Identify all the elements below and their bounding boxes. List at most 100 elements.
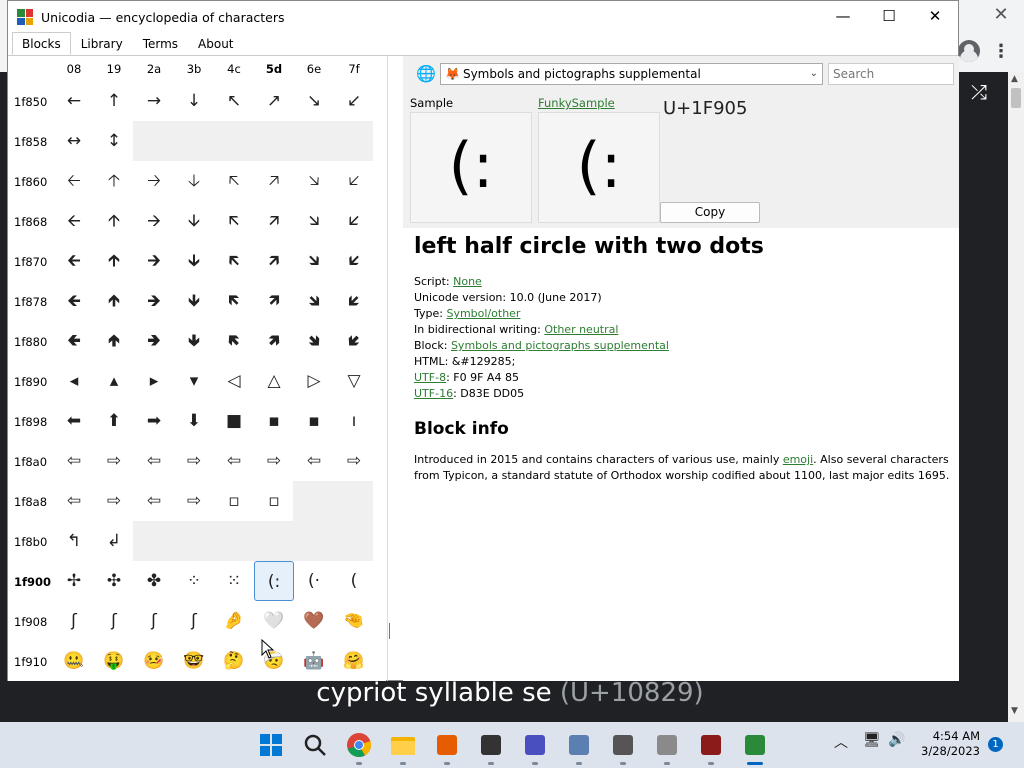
character-cell[interactable]: ⁘ bbox=[174, 561, 214, 601]
character-cell[interactable]: 🡼 bbox=[214, 281, 254, 321]
character-cell[interactable]: ʃ bbox=[174, 601, 214, 641]
search-tool-icon[interactable] bbox=[432, 730, 462, 760]
script-link[interactable]: None bbox=[453, 275, 482, 288]
character-cell[interactable]: 🡾 bbox=[294, 281, 334, 321]
character-cell[interactable]: 🡷 bbox=[334, 241, 374, 281]
character-cell[interactable]: 🡨 bbox=[54, 201, 94, 241]
character-cell[interactable]: 🢃 bbox=[174, 321, 214, 361]
character-cell[interactable]: 🡡 bbox=[94, 161, 134, 201]
character-cell[interactable]: → bbox=[134, 81, 174, 121]
character-cell[interactable]: ▫ bbox=[254, 481, 294, 521]
character-cell[interactable]: ▷ bbox=[294, 361, 334, 401]
notification-badge[interactable]: 1 bbox=[988, 737, 1003, 752]
type-link[interactable]: Symbol/other bbox=[446, 307, 520, 320]
character-cell[interactable]: 🤑 bbox=[94, 641, 134, 681]
character-cell[interactable]: ⇦ bbox=[134, 481, 174, 521]
character-cell[interactable]: 🡤 bbox=[214, 161, 254, 201]
character-cell[interactable]: ⇨ bbox=[174, 481, 214, 521]
character-cell[interactable]: 🡪 bbox=[134, 201, 174, 241]
character-cell[interactable]: ↰ bbox=[54, 521, 94, 561]
character-cell[interactable]: 🡴 bbox=[214, 241, 254, 281]
character-cell[interactable]: 🢇 bbox=[334, 321, 374, 361]
volume-icon[interactable]: 🔊 bbox=[888, 732, 905, 748]
search-input[interactable] bbox=[828, 63, 954, 85]
character-cell[interactable]: ʃ bbox=[94, 601, 134, 641]
bidi-link[interactable]: Other neutral bbox=[544, 323, 618, 336]
character-cell[interactable]: 🢂 bbox=[134, 321, 174, 361]
character-cell[interactable]: 🡿 bbox=[334, 281, 374, 321]
utf16-link[interactable]: UTF-16 bbox=[414, 387, 453, 400]
tab-library[interactable]: Library bbox=[71, 32, 133, 55]
character-cell[interactable]: ⁙ bbox=[214, 561, 254, 601]
character-cell[interactable]: 🢆 bbox=[294, 321, 334, 361]
pane-divider[interactable] bbox=[387, 56, 388, 681]
funky-sample-link[interactable]: FunkySample bbox=[538, 96, 615, 110]
character-cell[interactable]: 🡬 bbox=[214, 201, 254, 241]
character-cell[interactable]: 🡫 bbox=[174, 201, 214, 241]
start-icon[interactable] bbox=[256, 730, 286, 760]
file-explorer-icon[interactable] bbox=[388, 730, 418, 760]
character-cell[interactable]: ⇨ bbox=[94, 441, 134, 481]
character-cell[interactable]: ▪ bbox=[254, 401, 294, 441]
character-cell[interactable]: ➡ bbox=[134, 401, 174, 441]
clipboard-icon[interactable] bbox=[652, 730, 682, 760]
character-cell[interactable]: ▸ bbox=[134, 361, 174, 401]
character-cell[interactable]: 🢄 bbox=[214, 321, 254, 361]
character-cell[interactable]: ⇦ bbox=[54, 481, 94, 521]
character-cell[interactable]: 🤓 bbox=[174, 641, 214, 681]
copy-button[interactable]: Copy bbox=[660, 202, 760, 223]
settings-icon[interactable] bbox=[608, 730, 638, 760]
profile-avatar-icon[interactable] bbox=[958, 40, 980, 62]
maximize-button[interactable]: ☐ bbox=[866, 1, 912, 33]
character-cell[interactable]: 🡧 bbox=[334, 161, 374, 201]
character-cell[interactable]: ⬆ bbox=[94, 401, 134, 441]
character-grid[interactable]: 08 19 2a 3b 4c 5d 6e 7f 1f850 ← ↑ → ↓ ↖ ↗ ↘ ↙ 1f858 ↔ ↕ 1f8… bbox=[8, 56, 386, 681]
7zip-icon[interactable] bbox=[476, 730, 506, 760]
clock[interactable]: 4:54 AM 3/28/2023 bbox=[916, 729, 980, 759]
character-cell[interactable]: ↑ bbox=[94, 81, 134, 121]
character-cell[interactable]: ↔ bbox=[54, 121, 94, 161]
utf8-link[interactable]: UTF-8 bbox=[414, 371, 446, 384]
emoji-link[interactable]: emoji bbox=[783, 453, 813, 466]
character-cell[interactable]: 🡮 bbox=[294, 201, 334, 241]
tab-about[interactable]: About bbox=[188, 32, 243, 55]
character-cell[interactable]: ← bbox=[54, 81, 94, 121]
character-cell[interactable]: 🡲 bbox=[134, 241, 174, 281]
character-cell[interactable]: 🡺 bbox=[134, 281, 174, 321]
character-cell[interactable]: △ bbox=[254, 361, 294, 401]
character-cell[interactable]: ⇦ bbox=[214, 441, 254, 481]
block-link[interactable]: Symbols and pictographs supplemental bbox=[451, 339, 669, 352]
character-cell[interactable]: (: bbox=[254, 561, 294, 601]
character-cell[interactable]: ■ bbox=[214, 401, 254, 441]
character-cell[interactable]: 🡰 bbox=[54, 241, 94, 281]
character-cell[interactable]: 🡦 bbox=[294, 161, 334, 201]
search-icon[interactable] bbox=[300, 730, 330, 760]
character-cell[interactable]: ı bbox=[334, 401, 374, 441]
character-cell[interactable]: 🤏 bbox=[334, 601, 374, 641]
character-cell[interactable]: 🡸 bbox=[54, 281, 94, 321]
character-cell[interactable]: ↕ bbox=[94, 121, 134, 161]
character-cell[interactable]: 🤗 bbox=[334, 641, 374, 681]
character-cell[interactable]: ✢ bbox=[54, 561, 94, 601]
character-cell[interactable]: 🡵 bbox=[254, 241, 294, 281]
character-cell[interactable]: 🡥 bbox=[254, 161, 294, 201]
character-cell[interactable]: ʃ bbox=[54, 601, 94, 641]
character-cell[interactable]: ◂ bbox=[54, 361, 94, 401]
tab-terms[interactable]: Terms bbox=[133, 32, 188, 55]
unicodia-icon[interactable] bbox=[740, 730, 770, 760]
inkscape-icon[interactable] bbox=[520, 730, 550, 760]
character-cell[interactable]: ▾ bbox=[174, 361, 214, 401]
character-cell[interactable]: ⇦ bbox=[294, 441, 334, 481]
globe-menu-icon[interactable]: 🌐 bbox=[415, 64, 437, 86]
character-cell[interactable]: ↘ bbox=[294, 81, 334, 121]
character-cell[interactable]: 🡱 bbox=[94, 241, 134, 281]
character-cell[interactable]: ⬅ bbox=[54, 401, 94, 441]
character-cell[interactable]: 🡹 bbox=[94, 281, 134, 321]
character-cell[interactable]: ✤ bbox=[134, 561, 174, 601]
character-cell[interactable]: ⇦ bbox=[54, 441, 94, 481]
character-cell[interactable]: 🡯 bbox=[334, 201, 374, 241]
character-cell[interactable]: ▫ bbox=[214, 481, 254, 521]
splitter-handle[interactable] bbox=[389, 623, 390, 639]
character-cell[interactable]: ⇨ bbox=[334, 441, 374, 481]
character-cell[interactable]: ▽ bbox=[334, 361, 374, 401]
